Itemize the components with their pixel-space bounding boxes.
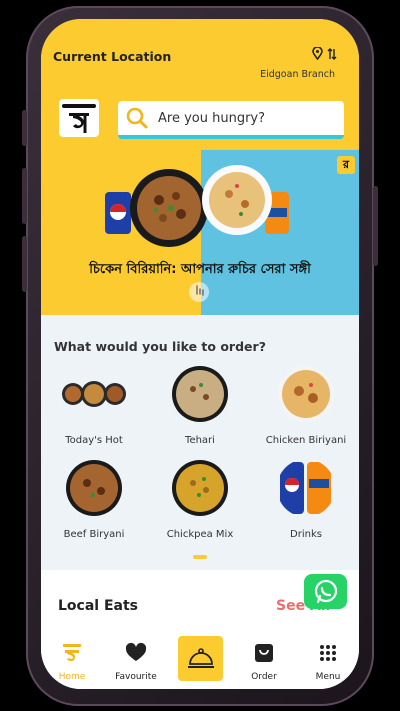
whatsapp-button[interactable] [304, 574, 347, 609]
phone-side-button [22, 168, 27, 224]
category-label: Today's Hot [65, 435, 123, 446]
category-item-tehari[interactable]: Tehari [147, 365, 253, 446]
nav-order[interactable]: Order [234, 642, 294, 682]
nav-center-button[interactable] [178, 636, 223, 681]
whatsapp-icon [314, 579, 337, 603]
category-item-beef-biryani[interactable]: Beef Biryani [41, 459, 147, 540]
category-item-todays-hot[interactable]: Today's Hot [41, 365, 147, 446]
cloche-icon [187, 647, 214, 668]
category-label: Chicken Biriyani [265, 435, 347, 446]
local-eats-title: Local Eats [58, 598, 138, 614]
nav-home[interactable]: Home [42, 642, 102, 682]
search-placeholder: Are you hungry? [158, 110, 266, 126]
nav-favourite[interactable]: Favourite [106, 642, 166, 682]
category-item-chicken-biriyani[interactable]: Chicken Biriyani [253, 365, 359, 446]
category-label: Beef Biryani [63, 529, 125, 540]
category-item-drinks[interactable]: Drinks [253, 459, 359, 540]
search-bar[interactable]: Are you hungry? [118, 101, 344, 139]
location-controls[interactable] [312, 47, 337, 60]
heart-icon [125, 642, 147, 661]
branch-name[interactable]: Eidgoan Branch [260, 69, 335, 80]
bottom-navigation: Home Favourite Order Menu [41, 636, 359, 689]
promo-banner[interactable]: র চিকেন বিরিয়ানি: আপনার রুচির সেরা সঙ্গ… [41, 150, 359, 315]
nav-label: Favourite [115, 672, 157, 682]
tehari-image [172, 366, 228, 422]
category-item-chickpea-mix[interactable]: Chickpea Mix [147, 459, 253, 540]
rice-plate-image [202, 165, 272, 235]
biryani-bowl-image [130, 169, 208, 247]
category-label: Drinks [290, 529, 322, 540]
todays-hot-image [62, 381, 126, 407]
app-screen: Current Location Eidgoan Branch Are you … [41, 19, 359, 689]
category-section: What would you like to order? Today's Ho… [41, 315, 359, 569]
nav-label: Menu [315, 672, 341, 682]
chickpea-mix-image [172, 460, 228, 516]
app-logo [59, 99, 99, 137]
current-location-label[interactable]: Current Location [53, 49, 171, 64]
home-logo-icon [63, 644, 81, 662]
phone-side-button [373, 186, 378, 266]
grid-dots-icon [320, 645, 336, 661]
category-section-title: What would you like to order? [54, 339, 266, 354]
bag-icon [255, 644, 273, 662]
drinks-image [280, 462, 331, 514]
phone-side-button [22, 110, 27, 146]
banner-title: চিকেন বিরিয়ানি: আপনার রুচির সেরা সঙ্গী [89, 262, 311, 277]
banner-mini-logo: র [337, 156, 355, 174]
header: Current Location Eidgoan Branch Are you … [41, 19, 359, 319]
nav-label: Home [58, 672, 86, 682]
nav-label: Order [251, 672, 277, 682]
carousel-indicator [193, 555, 207, 559]
pointer-hand-icon [189, 282, 209, 302]
phone-side-button [22, 236, 27, 292]
category-label: Chickpea Mix [166, 529, 234, 540]
location-pin-icon [312, 47, 323, 60]
nav-menu[interactable]: Menu [298, 642, 358, 682]
beef-biryani-image [66, 460, 122, 516]
search-icon [126, 107, 148, 129]
swap-arrows-icon [327, 47, 337, 60]
chicken-biriyani-image [278, 366, 334, 422]
category-label: Tehari [185, 435, 215, 446]
